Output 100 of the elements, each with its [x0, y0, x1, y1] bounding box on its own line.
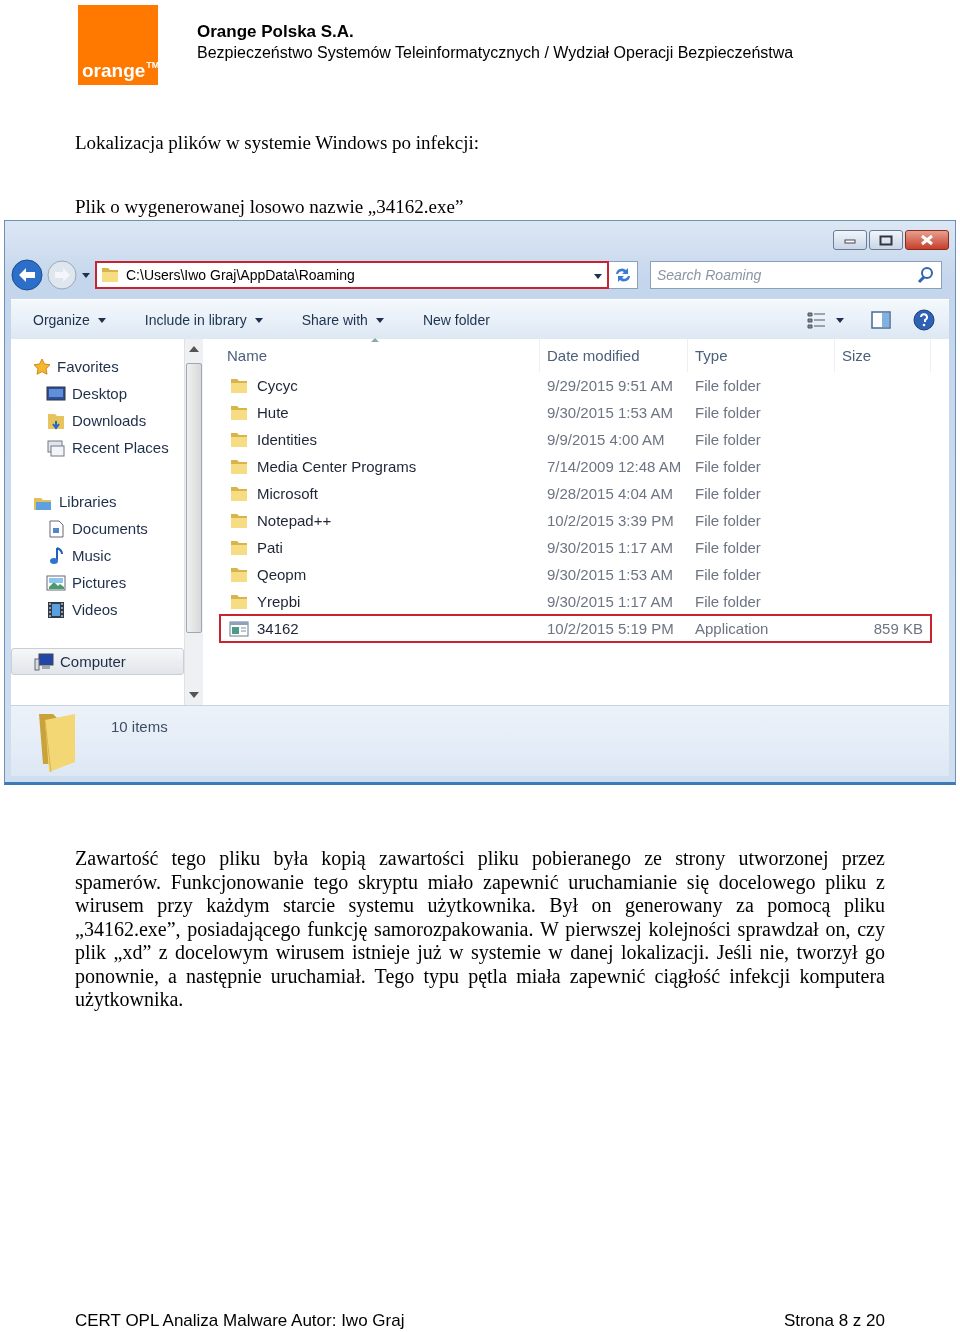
- refresh-icon: [613, 265, 633, 285]
- document-icon: [46, 519, 66, 538]
- file-type: File folder: [695, 593, 761, 610]
- date-modified: 9/30/2015 1:53 AM: [547, 566, 673, 583]
- date-modified: 9/29/2015 9:51 AM: [547, 377, 673, 394]
- file-type: File folder: [695, 512, 761, 529]
- nav-item[interactable]: Videos: [11, 596, 184, 623]
- heading: Lokalizacja plików w systemie Windows po infekcji:: [75, 132, 480, 153]
- date-modified: 9/30/2015 1:53 AM: [547, 404, 673, 421]
- scroll-down-arrow-icon: [187, 691, 200, 699]
- folder-icon: [100, 265, 120, 285]
- picture-icon: [46, 573, 66, 592]
- file-row[interactable]: Cycyc 9/29/2015 9:51 AM File folder: [220, 372, 931, 399]
- scrollbar-thumb[interactable]: [185, 363, 202, 633]
- scroll-up-arrow-icon: [187, 345, 200, 353]
- date-modified: 9/28/2015 4:04 AM: [547, 485, 673, 502]
- film-strip-icon: [46, 600, 66, 619]
- file-type: File folder: [695, 458, 761, 475]
- file-row[interactable]: Microsoft 9/28/2015 4:04 AM File folder: [220, 480, 931, 507]
- file-row[interactable]: Pati 9/30/2015 1:17 AM File folder: [220, 534, 931, 561]
- preview-pane-button[interactable]: [871, 310, 891, 329]
- caret-icon: [96, 315, 107, 324]
- address-bar[interactable]: C:\Users\Iwo Graj\AppData\Roaming: [95, 261, 609, 289]
- file-row[interactable]: 34162 10/2/2015 5:19 PM Application 859 KB: [220, 615, 931, 642]
- view-list-icon: [807, 310, 827, 329]
- nav-item[interactable]: Downloads: [11, 407, 184, 434]
- file-row[interactable]: Notepad++ 10/2/2015 3:39 PM File folder: [220, 507, 931, 534]
- maximize-button[interactable]: [869, 230, 903, 250]
- nav-item[interactable]: Libraries: [11, 488, 184, 515]
- file-type: File folder: [695, 431, 761, 448]
- date-modified: 9/30/2015 1:17 AM: [547, 539, 673, 556]
- column-header[interactable]: Size: [835, 339, 931, 372]
- file-name: Media Center Programs: [257, 458, 417, 475]
- menu-button[interactable]: Share with: [293, 307, 393, 332]
- page-number: Strona 8 z 20: [783, 1311, 885, 1331]
- caret-icon: [374, 315, 385, 324]
- column-header[interactable]: Name: [220, 339, 540, 372]
- menu-button[interactable]: Organize: [25, 307, 115, 332]
- file-row[interactable]: Qeopm 9/30/2015 1:53 AM File folder: [220, 561, 931, 588]
- item-count: 10 items: [111, 718, 168, 735]
- close-icon: [920, 234, 934, 246]
- nav-item[interactable]: Favorites: [11, 353, 184, 380]
- nav-item[interactable]: Computer: [11, 648, 184, 675]
- dropdown-caret-icon: [593, 272, 603, 280]
- window-stack-icon: [46, 438, 66, 457]
- file-type: File folder: [695, 566, 761, 583]
- file-name: Hute: [257, 404, 289, 421]
- file-type: File folder: [695, 539, 761, 556]
- footer-text: CERT OPL Analiza Malware Autor: Iwo Graj: [75, 1311, 405, 1331]
- refresh-button[interactable]: [608, 261, 638, 289]
- back-button[interactable]: [11, 259, 43, 291]
- download-folder-icon: [46, 411, 66, 430]
- star-icon: [33, 357, 51, 376]
- file-name: Microsoft: [257, 485, 318, 502]
- address-field[interactable]: C:\Users\Iwo Graj\AppData\Roaming: [126, 267, 591, 283]
- search-field[interactable]: Search Roaming: [657, 267, 897, 283]
- search-box[interactable]: Search Roaming: [650, 261, 942, 289]
- search-icon: [917, 266, 935, 284]
- help-icon: [913, 308, 935, 331]
- toolbar-button[interactable]: New folder: [414, 307, 498, 332]
- file-name: Qeopm: [257, 566, 307, 583]
- file-name: Pati: [257, 539, 283, 556]
- date-modified: 10/2/2015 5:19 PM: [547, 620, 674, 637]
- logo-text: orange: [82, 60, 146, 82]
- view-options-button[interactable]: [807, 310, 845, 329]
- file-row[interactable]: Yrepbi 9/30/2015 1:17 AM File folder: [220, 588, 931, 615]
- menu-button[interactable]: Include in library: [136, 307, 272, 332]
- date-modified: 9/30/2015 1:17 AM: [547, 593, 673, 610]
- file-name: Cycyc: [257, 377, 298, 394]
- date-modified: 9/9/2015 4:00 AM: [547, 431, 665, 448]
- caret-icon: [81, 271, 91, 279]
- preview-pane-icon: [871, 310, 891, 329]
- close-button[interactable]: [905, 230, 949, 250]
- file-type: File folder: [695, 404, 761, 421]
- nav-item[interactable]: Music: [11, 542, 184, 569]
- file-row[interactable]: Hute 9/30/2015 1:53 AM File folder: [220, 399, 931, 426]
- maximize-icon: [879, 234, 893, 246]
- file-name: Notepad++: [257, 512, 332, 529]
- department-name: Bezpieczeństwo Systemów Teleinformatycznych / Wydział Operacji Bezpieczeństwa: [197, 43, 794, 63]
- nav-item[interactable]: Pictures: [11, 569, 184, 596]
- column-header[interactable]: Type: [688, 339, 835, 372]
- file-size: 859 KB: [873, 620, 923, 637]
- help-button[interactable]: [913, 308, 935, 331]
- file-type: Application: [695, 620, 769, 637]
- file-name: Yrepbi: [257, 593, 301, 610]
- company-name: Orange Polska S.A.: [197, 22, 355, 42]
- computer-icon: [34, 652, 54, 671]
- file-row[interactable]: Identities 9/9/2015 4:00 AM File folder: [220, 426, 931, 453]
- column-header[interactable]: Date modified: [540, 339, 688, 372]
- caption: Plik o wygenerowanej losowo nazwie „34162.exe”: [75, 196, 464, 217]
- file-name: Identities: [257, 431, 318, 448]
- application-window-icon: [229, 619, 249, 638]
- minimize-button[interactable]: [833, 230, 867, 250]
- nav-item[interactable]: Desktop: [11, 380, 184, 407]
- caret-icon: [253, 315, 264, 324]
- file-row[interactable]: Media Center Programs 7/14/2009 12:48 AM File folder: [220, 453, 931, 480]
- recent-pages-button[interactable]: [81, 271, 91, 279]
- nav-item[interactable]: Documents: [11, 515, 184, 542]
- sort-arrow-icon: [370, 337, 380, 343]
- nav-item[interactable]: Recent Places: [11, 434, 184, 461]
